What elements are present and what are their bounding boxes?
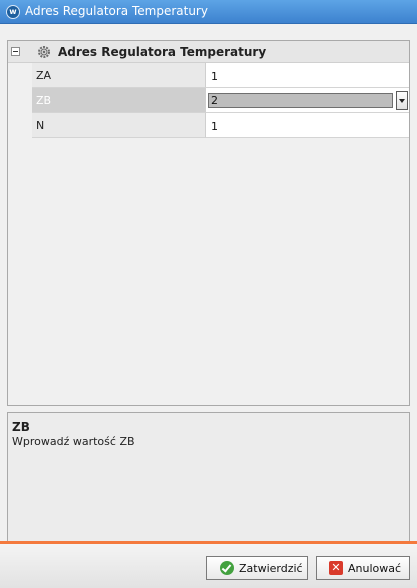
app-icon: w <box>6 5 20 19</box>
window-title: Adres Regulatora Temperatury <box>25 4 208 18</box>
property-value[interactable]: 1 <box>206 63 409 88</box>
button-bar: Zatwierdzić ✕ Anulować <box>0 544 417 588</box>
property-name: N <box>32 113 206 138</box>
chevron-down-icon[interactable] <box>396 91 408 110</box>
category-label: Adres Regulatora Temperatury <box>58 45 267 59</box>
description-title: ZB <box>12 420 30 434</box>
property-value-dropdown[interactable]: 2 <box>208 93 393 108</box>
description-panel: ZB Wprowadź wartość ZB <box>7 412 410 554</box>
property-row-n[interactable]: N 1 <box>8 113 409 138</box>
window-body: Adres Regulatora Temperatury ZA 1 ZB 2 N… <box>0 24 417 588</box>
property-row-zb[interactable]: ZB 2 <box>8 88 409 113</box>
property-grid: Adres Regulatora Temperatury ZA 1 ZB 2 N… <box>7 40 410 406</box>
cancel-button-label: Anulować <box>348 561 402 575</box>
property-value[interactable]: 1 <box>206 113 409 138</box>
confirm-button[interactable]: Zatwierdzić <box>206 556 308 580</box>
checkmark-icon <box>220 561 234 575</box>
title-bar: w Adres Regulatora Temperatury <box>0 0 417 24</box>
property-name: ZB <box>32 88 206 113</box>
gear-icon <box>38 46 50 58</box>
cancel-button[interactable]: ✕ Anulować <box>316 556 410 580</box>
collapse-toggle-icon[interactable] <box>11 47 20 56</box>
property-row-za[interactable]: ZA 1 <box>8 63 409 88</box>
property-name: ZA <box>32 63 206 88</box>
description-text: Wprowadź wartość ZB <box>12 435 135 448</box>
category-row[interactable]: Adres Regulatora Temperatury <box>8 41 409 63</box>
close-icon: ✕ <box>329 561 343 575</box>
confirm-button-label: Zatwierdzić <box>239 561 303 575</box>
